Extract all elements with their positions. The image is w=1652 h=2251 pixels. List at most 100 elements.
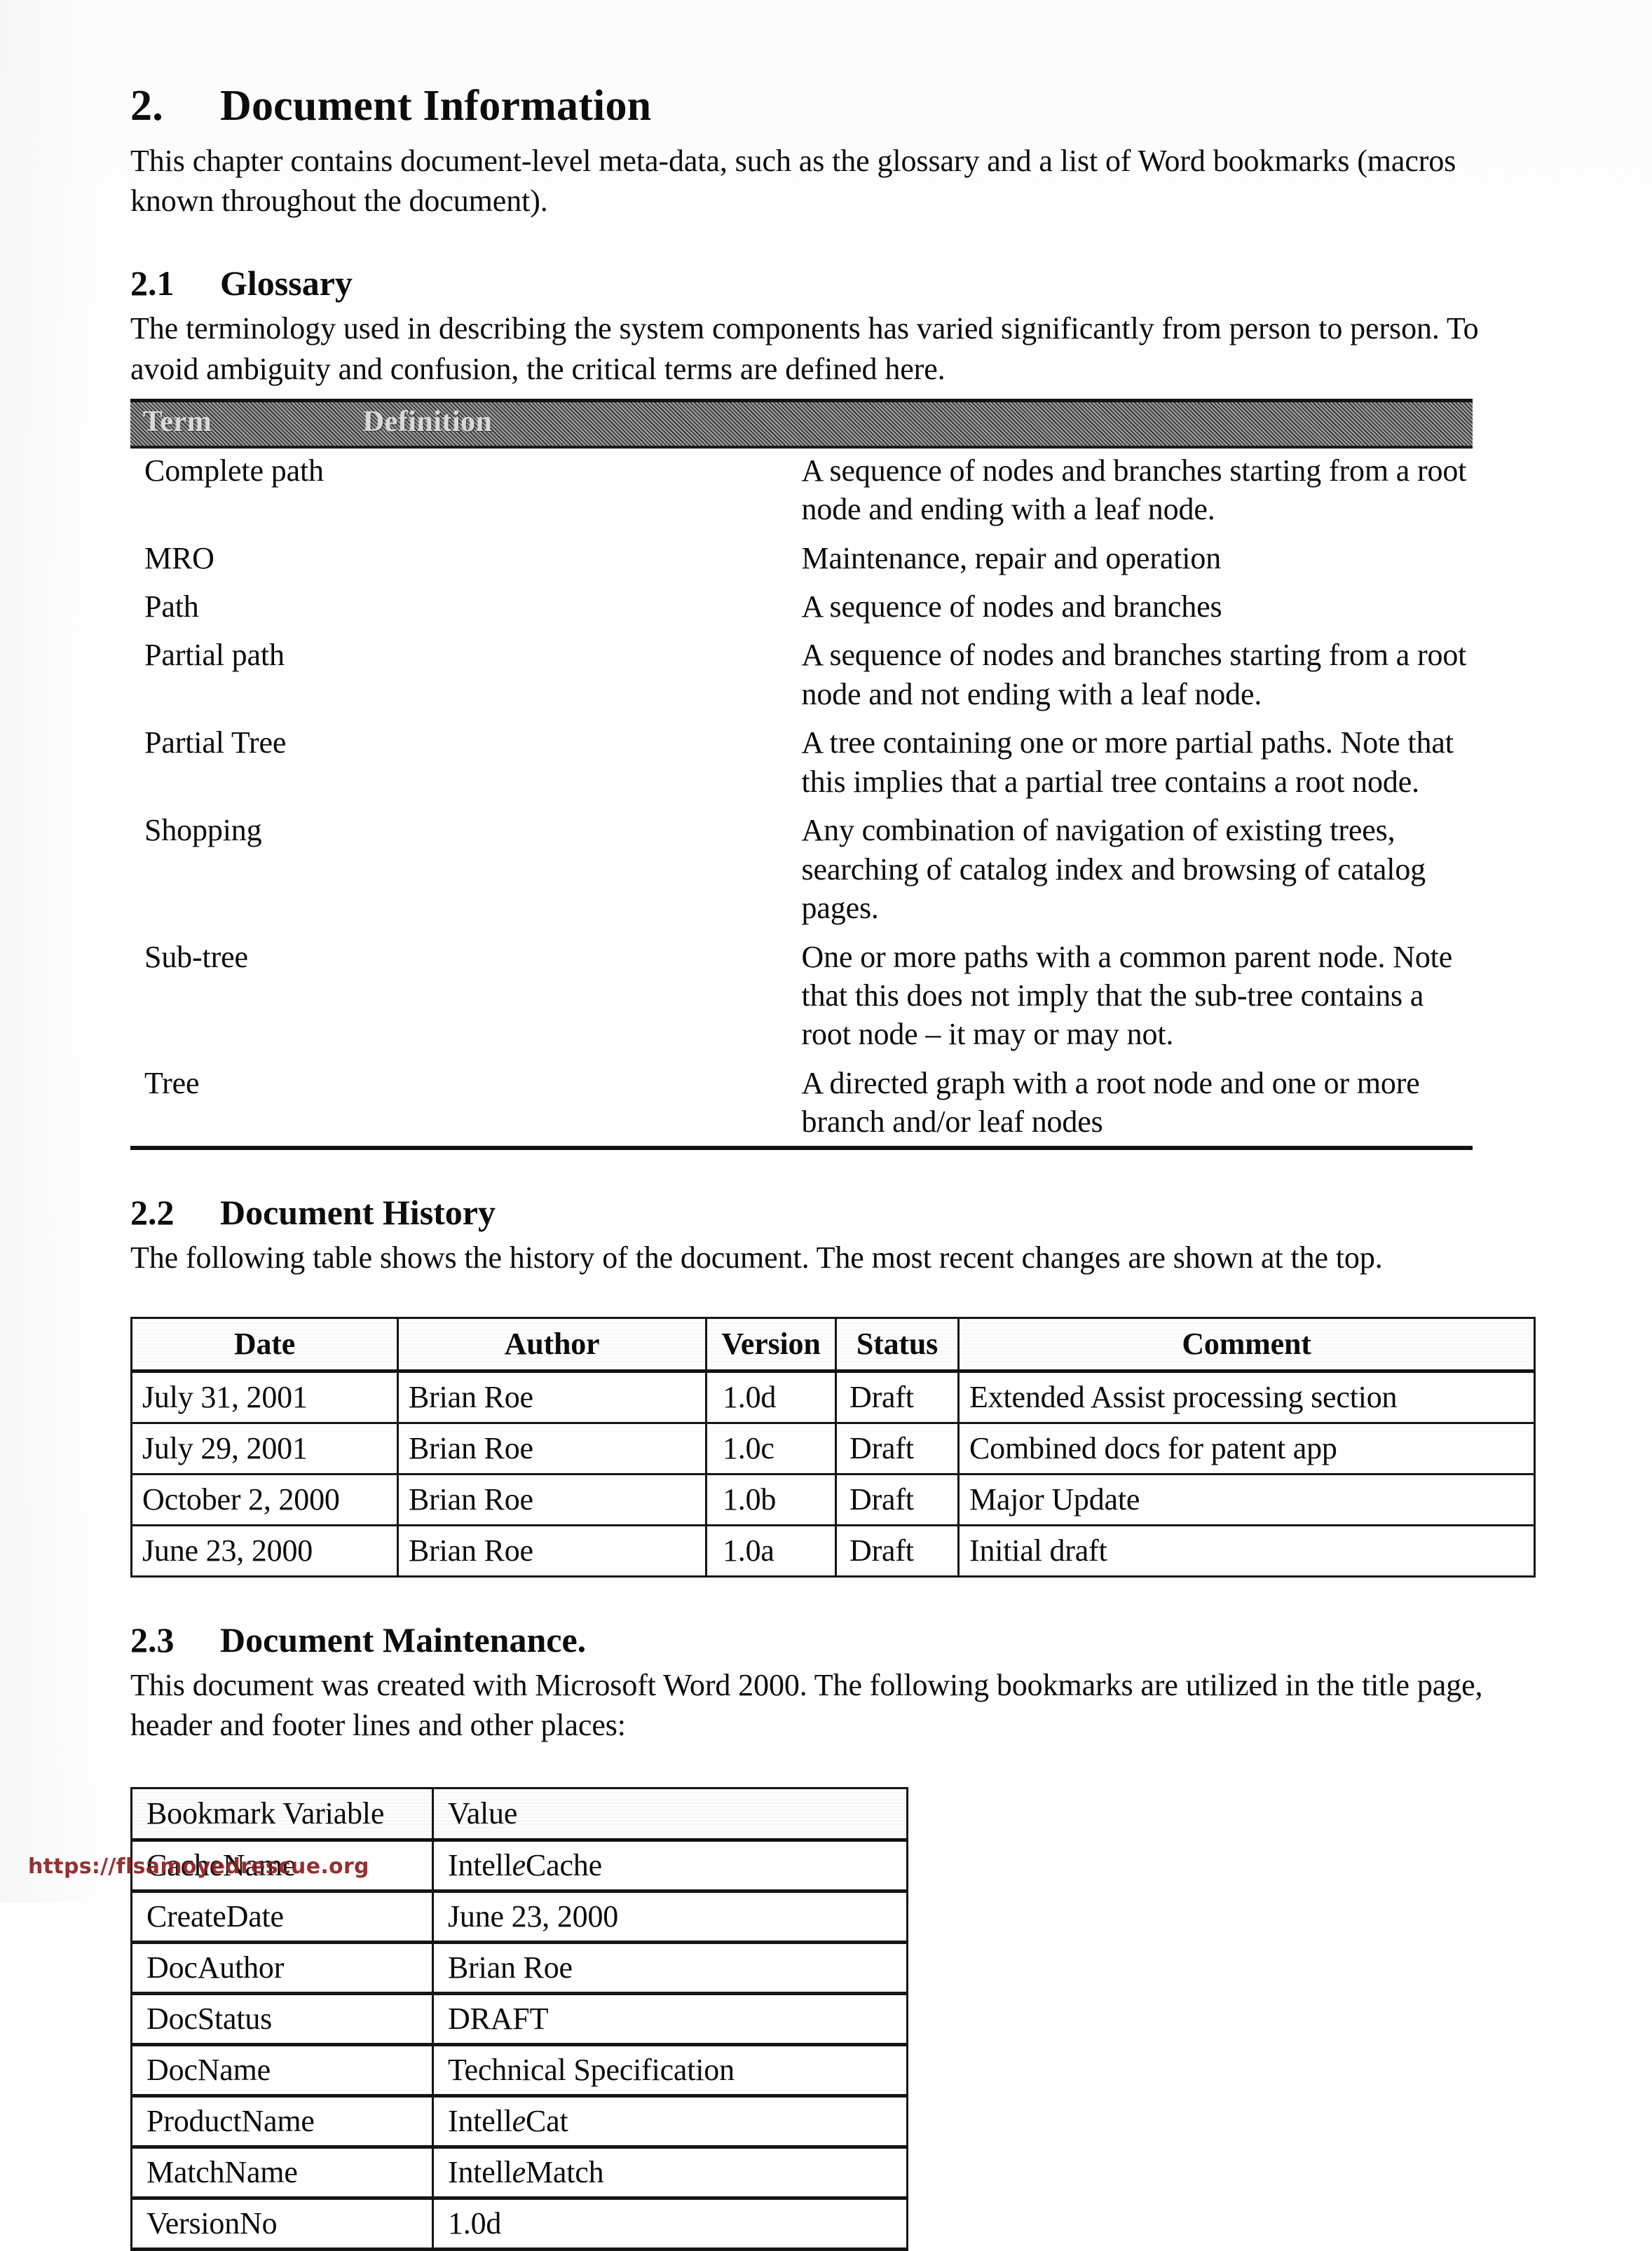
glossary-row: Complete path A sequence of nodes and bra… [130,449,1473,536]
bookmark-value-suffix: Cat [526,2104,568,2139]
bookmark-value-cell: IntelleMatch [432,2146,908,2201]
glossary-term-cell: Partial Tree [144,725,287,760]
glossary-definition-cell: A tree containing one or more partial pa… [801,725,1454,799]
bookmark-variable-cell: ProductName [130,2095,434,2149]
glossary-definition-cell: Any combination of navigation of existin… [801,813,1426,926]
bookmark-value-suffix: Cache [526,1848,602,1883]
history-header-row: Date Author Version Status Comment [130,1316,1536,1373]
history-cell-version: 1.0b [705,1472,837,1526]
chapter-intro-paragraph: This chapter contains document-level met… [130,143,1456,219]
glossary-term-cell: Shopping [144,813,262,848]
bookmarks-table-body: CacheName IntelleCache CreateDate June 23, … [130,1839,908,2251]
table-row: June 23, 2000 Brian Roe 1.0a Draft Initial d… [130,1524,1536,1578]
bookmark-value-italic-letter: e [512,2155,526,2190]
history-cell-date: July 31, 2001 [130,1369,399,1424]
bookmark-value-prefix: Intell [448,2155,512,2190]
maintenance-intro-paragraph: This document was created with Microsoft… [130,1667,1483,1743]
history-col-header-author: Author [397,1316,707,1373]
glossary-term-cell: Tree [130,1060,802,1150]
glossary-definition-cell: A sequence of nodes and branches [801,589,1222,624]
bookmark-variable-cell: CreateDate [130,1890,434,1945]
section-number-2-1: 2.1 [130,264,175,303]
bookmark-value-prefix: Intell [448,2104,512,2139]
chapter-heading: 2. Document Information [130,83,1532,130]
bookmark-value-suffix: Match [526,2155,604,2190]
bookmark-value-cell: June 23, 2000 [432,1890,908,1945]
glossary-definition-cell: Maintenance, repair and operation [801,540,1222,575]
history-cell-author: Brian Roe [397,1524,707,1578]
chapter-number: 2. [130,82,163,130]
history-table-body: July 31, 2001 Brian Roe 1.0d Draft Extended … [130,1369,1536,1578]
bookmark-variable-cell: MatchName [130,2146,434,2201]
bookmark-value-cell: IntelleCat [432,2095,908,2149]
glossary-row: Sub-tree One or more paths with a common … [130,935,1473,1061]
glossary-definition-cell: One or more paths with a common parent n… [801,939,1453,1052]
glossary-row: Path A sequence of nodes and branches [130,584,1473,633]
history-cell-comment: Extended Assist processing section [957,1369,1536,1424]
history-cell-comment: Combined docs for patent app [957,1421,1536,1475]
glossary-row: Tree A directed graph with a root node an… [130,1060,1473,1150]
section-heading-glossary: 2.1 Glossary [130,264,1532,303]
glossary-definition-cell: A directed graph with a root node and on… [801,1060,1473,1150]
glossary-table: Term Definition Complete path A sequence … [130,398,1473,1150]
glossary-term-cell: Sub-tree [144,939,248,974]
history-cell-author: Brian Roe [397,1421,707,1475]
history-table-head: Date Author Version Status Comment [130,1316,1536,1373]
history-col-header-comment: Comment [957,1316,1536,1373]
history-cell-version: 1.0a [705,1524,837,1578]
history-cell-status: Draft [835,1421,960,1475]
glossary-header-shaded-band: Term Definition [130,398,1473,449]
glossary-header-row: Term Definition [130,398,1473,449]
history-cell-date: June 23, 2000 [130,1524,399,1578]
section-title-glossary: Glossary [220,264,353,303]
glossary-table-body: Complete path A sequence of nodes and bra… [130,449,1473,1150]
table-row: July 31, 2001 Brian Roe 1.0d Draft Extended … [130,1369,1536,1424]
glossary-definition-cell: A sequence of nodes and branches startin… [801,638,1467,711]
bookmark-value-cell: Technical Specification [432,2044,908,2098]
table-row: DocAuthor Brian Roe [130,1941,908,1996]
glossary-term-cell: MRO [144,540,214,575]
document-history-table: Date Author Version Status Comment July … [130,1316,1536,1578]
history-intro-paragraph: The following table shows the history of… [130,1240,1383,1275]
bookmark-value-italic-letter: e [512,2104,526,2139]
history-col-header-version: Version [705,1316,837,1373]
table-row: DocStatus DRAFT [130,1992,908,2047]
bookmark-variable-cell: DocStatus [130,1992,434,2047]
section-number-2-3: 2.3 [130,1620,175,1660]
history-cell-comment: Major Update [957,1472,1536,1526]
table-row: MatchName IntelleMatch [130,2146,908,2201]
history-cell-date: July 29, 2001 [130,1421,399,1475]
bookmarks-header-row: Bookmark Variable Value [130,1787,908,1842]
glossary-intro-paragraph: The terminology used in describing the s… [130,311,1479,386]
glossary-row: Partial path A sequence of nodes and bran… [130,633,1473,720]
glossary-col-header-definition: Definition [363,405,493,438]
bookmark-value-prefix: Intell [448,1848,512,1883]
table-row: DocName Technical Specification [130,2044,908,2098]
table-row: CreateDate June 23, 2000 [130,1890,908,1945]
history-cell-status: Draft [835,1369,960,1424]
glossary-header-band: Term Definition [130,398,1473,449]
bookmark-value-cell: Brian Roe [432,1941,908,1996]
history-cell-version: 1.0c [705,1421,837,1475]
footer-watermark-url[interactable]: https://flsamoyedrescue.org [28,1854,369,1879]
section-heading-document-maintenance: 2.3 Document Maintenance. [130,1620,1532,1660]
glossary-row: MRO Maintenance, repair and operation [130,536,1473,584]
table-row: ProductName IntelleCat [130,2095,908,2149]
section-heading-document-history: 2.2 Document History [130,1193,1532,1232]
bookmark-value-italic-letter: e [512,1848,526,1883]
bookmark-variable-cell: VersionNo [130,2197,434,2251]
glossary-term-cell: Partial path [144,638,285,673]
glossary-col-header-term: Term [143,405,212,438]
section-number-2-2: 2.2 [130,1192,175,1232]
history-cell-date: October 2, 2000 [130,1472,399,1526]
history-cell-author: Brian Roe [397,1472,707,1526]
history-cell-comment: Initial draft [957,1524,1536,1578]
glossary-row: Shopping Any combination of navigation of… [130,808,1473,934]
bookmark-value-cell: DRAFT [432,1992,908,2047]
glossary-row: Partial Tree A tree containing one or mor… [130,720,1473,808]
history-cell-author: Brian Roe [397,1369,707,1424]
